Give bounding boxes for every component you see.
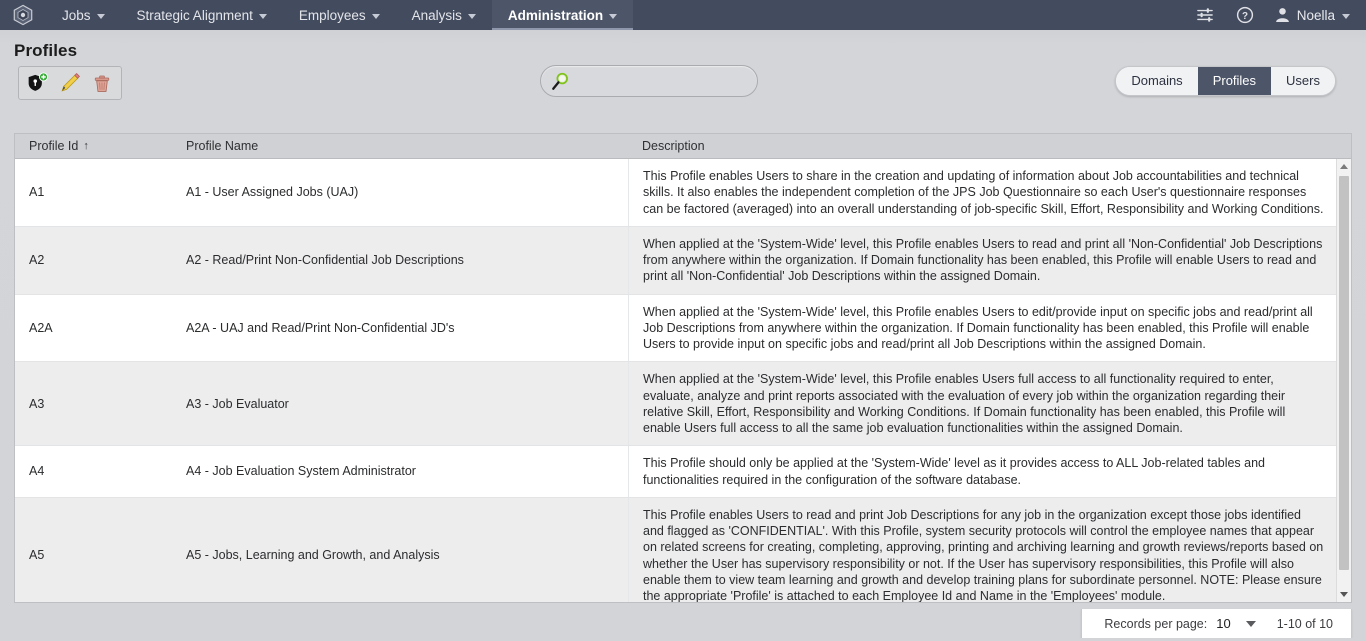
top-navbar: Jobs Strategic Alignment Employees Analy… — [0, 0, 1366, 30]
column-header-description[interactable]: Description — [628, 139, 1336, 153]
nav-item-label: Analysis — [411, 7, 462, 23]
navbar-right-actions: ? Noella — [1185, 0, 1366, 30]
nav-item-label: Strategic Alignment — [136, 7, 253, 23]
cell-profile-id: A4 — [29, 464, 45, 479]
search-box[interactable] — [540, 65, 758, 97]
cell-profile-name: A1 - User Assigned Jobs (UAJ) — [186, 185, 359, 200]
column-label: Description — [642, 139, 705, 153]
nav-item-strategic-alignment[interactable]: Strategic Alignment — [121, 0, 283, 30]
chevron-down-icon — [609, 13, 618, 19]
cell-profile-id: A1 — [29, 185, 45, 200]
tab-label: Users — [1286, 73, 1320, 88]
cell-profile-name: A2A - UAJ and Read/Print Non-Confidentia… — [186, 320, 455, 335]
profiles-table: Profile Id ↑ Profile Name Description A1… — [14, 133, 1352, 603]
nav-item-label: Administration — [507, 7, 604, 23]
record-range-label: 1-10 of 10 — [1276, 616, 1333, 631]
column-label: Profile Name — [186, 139, 259, 153]
cell-profile-name: A4 - Job Evaluation System Administrator — [186, 464, 416, 479]
question-circle-icon: ? — [1236, 6, 1253, 24]
tab-domains[interactable]: Domains — [1116, 67, 1198, 95]
settings-button[interactable] — [1185, 0, 1225, 30]
svg-text:?: ? — [1242, 11, 1248, 22]
search-input[interactable] — [576, 72, 746, 90]
table-row[interactable]: A2 A2 - Read/Print Non-Confidential Job … — [15, 226, 1336, 295]
chevron-down-icon — [96, 13, 105, 19]
section-tabs: Domains Profiles Users — [1115, 66, 1336, 96]
cell-profile-name: A2 - Read/Print Non-Confidential Job Des… — [186, 253, 464, 267]
triangle-down-icon — [1340, 592, 1348, 597]
column-header-profile-id[interactable]: Profile Id ↑ — [15, 139, 172, 153]
edit-profile-button[interactable] — [55, 69, 85, 97]
nav-item-jobs[interactable]: Jobs — [46, 0, 121, 30]
page-title: Profiles — [14, 41, 78, 60]
nav-item-employees[interactable]: Employees — [283, 0, 396, 30]
cell-profile-name: A3 - Job Evaluator — [186, 396, 289, 411]
cell-profile-id: A5 — [29, 548, 45, 563]
nav-item-administration[interactable]: Administration — [491, 0, 634, 30]
cell-description: This Profile enables Users to read and p… — [628, 497, 1336, 602]
scroll-up-button[interactable] — [1337, 159, 1351, 174]
chevron-down-icon — [371, 13, 380, 19]
delete-profile-button[interactable] — [87, 69, 117, 97]
shield-plus-icon — [28, 72, 48, 91]
table-row[interactable]: A2A A2A - UAJ and Read/Print Non-Confide… — [15, 294, 1336, 363]
table-body: A1 A1 - User Assigned Jobs (UAJ) This Pr… — [15, 159, 1336, 602]
nav-item-analysis[interactable]: Analysis — [396, 0, 492, 30]
table-body-viewport: A1 A1 - User Assigned Jobs (UAJ) This Pr… — [15, 159, 1351, 602]
cell-description: This Profile should only be applied at t… — [628, 446, 1336, 497]
cell-profile-id: A2A — [29, 320, 53, 335]
records-per-page-value[interactable]: 10 — [1216, 616, 1230, 631]
trash-icon — [94, 75, 110, 92]
cell-description: When applied at the 'System-Wide' level,… — [628, 226, 1336, 294]
table-row[interactable]: A1 A1 - User Assigned Jobs (UAJ) This Pr… — [15, 159, 1336, 227]
cell-description: When applied at the 'System-Wide' level,… — [628, 294, 1336, 362]
sort-ascending-icon: ↑ — [83, 140, 89, 152]
scrollbar-thumb[interactable] — [1339, 176, 1349, 570]
record-toolbar — [18, 66, 122, 100]
page-body: Profiles Domains Profiles Users Profile … — [0, 30, 1366, 641]
sliders-icon — [1196, 8, 1213, 22]
tab-users[interactable]: Users — [1271, 67, 1335, 95]
column-header-profile-name[interactable]: Profile Name — [172, 139, 628, 153]
table-row[interactable]: A4 A4 - Job Evaluation System Administra… — [15, 446, 1336, 498]
chevron-down-icon — [1342, 13, 1350, 19]
records-per-page-label: Records per page: — [1104, 616, 1208, 631]
user-menu[interactable]: Noella — [1265, 7, 1356, 23]
tab-profiles[interactable]: Profiles — [1197, 67, 1272, 95]
user-avatar-icon — [1275, 8, 1289, 23]
tab-label: Profiles — [1212, 73, 1257, 88]
column-label: Profile Id — [29, 139, 79, 153]
cell-description: When applied at the 'System-Wide' level,… — [628, 362, 1336, 446]
cell-profile-name: A5 - Jobs, Learning and Growth, and Anal… — [186, 548, 440, 563]
pagination-bar: Records per page: 10 1-10 of 10 — [1081, 609, 1352, 639]
table-vertical-scrollbar[interactable] — [1336, 159, 1351, 602]
scroll-down-button[interactable] — [1337, 587, 1351, 602]
pencil-icon — [61, 73, 80, 92]
table-header-row: Profile Id ↑ Profile Name Description — [15, 134, 1351, 159]
nav-item-label: Jobs — [62, 7, 91, 23]
cell-profile-id: A2 — [29, 253, 45, 267]
action-bar: Domains Profiles Users — [0, 61, 1366, 106]
main-nav-items: Jobs Strategic Alignment Employees Analy… — [46, 0, 634, 30]
nav-item-label: Employees — [298, 7, 366, 23]
cell-profile-id: A3 — [29, 396, 45, 411]
triangle-up-icon — [1340, 164, 1348, 169]
chevron-down-icon — [467, 13, 476, 19]
tab-label: Domains — [1131, 73, 1183, 88]
chevron-down-icon[interactable] — [1245, 620, 1256, 627]
cell-description: This Profile enables Users to share in t… — [628, 159, 1336, 226]
add-profile-button[interactable] — [23, 69, 53, 97]
app-logo[interactable] — [0, 0, 46, 30]
chevron-down-icon — [258, 13, 267, 19]
help-button[interactable]: ? — [1225, 0, 1265, 30]
table-row[interactable]: A5 A5 - Jobs, Learning and Growth, and A… — [15, 497, 1336, 602]
table-row[interactable]: A3 A3 - Job Evaluator When applied at th… — [15, 362, 1336, 447]
magnifier-icon — [552, 72, 568, 90]
user-name: Noella — [1296, 7, 1335, 23]
